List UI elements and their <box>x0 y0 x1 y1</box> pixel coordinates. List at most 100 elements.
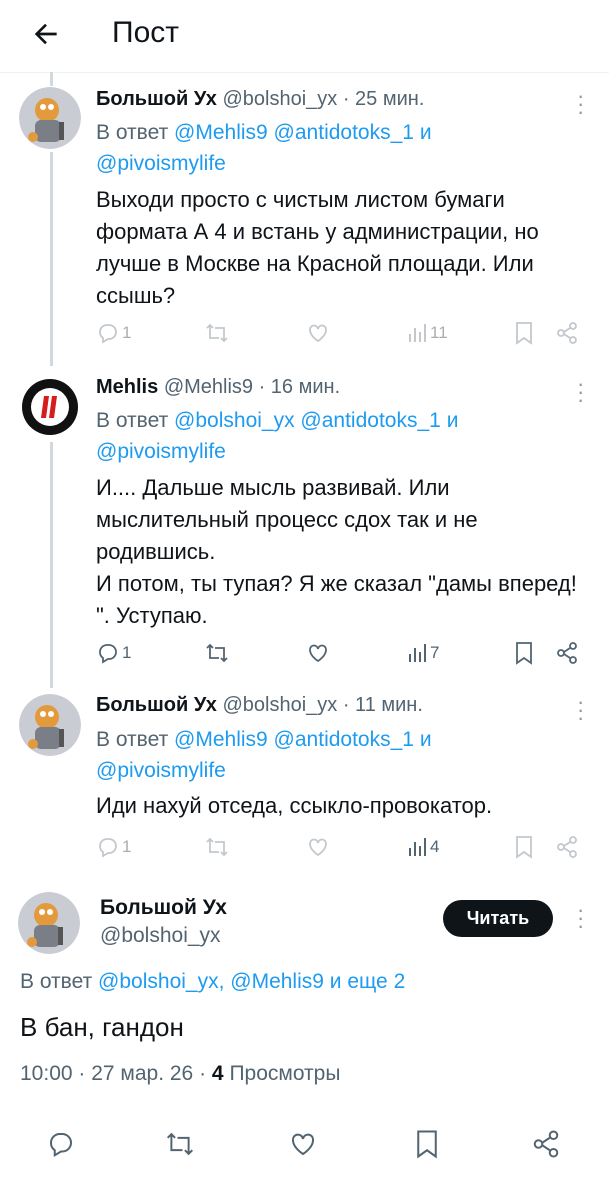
back-arrow-icon[interactable] <box>30 18 62 50</box>
reply-count: 1 <box>122 837 132 856</box>
reply-count: 1 <box>122 643 132 662</box>
views-button[interactable]: 4 <box>408 832 439 862</box>
tweet-meta: 10:00 · 27 мар. 26 · 4 Просмотры <box>20 1062 340 1086</box>
bookmark-button[interactable] <box>414 1124 440 1164</box>
like-button[interactable] <box>306 638 330 668</box>
reply-icon <box>50 1133 72 1158</box>
reply-button[interactable] <box>46 1124 76 1164</box>
retweet-icon <box>206 643 228 663</box>
views-count: 11 <box>430 323 448 342</box>
tweet-actions: 1 7 <box>96 638 586 668</box>
author-name[interactable]: Большой Ух <box>96 88 217 110</box>
thread-line <box>50 442 53 688</box>
like-icon <box>309 324 327 343</box>
tweet-actions <box>20 1124 589 1164</box>
reply-mentions[interactable]: @bolshoi_yx, @Mehlis9 и еще 2 <box>98 970 405 993</box>
reply-button[interactable]: 1 <box>96 318 131 348</box>
bookmark-button[interactable] <box>514 832 534 862</box>
like-button[interactable] <box>288 1124 318 1164</box>
reply-icon <box>99 644 117 664</box>
views-icon <box>409 838 426 856</box>
reply-to: В ответ @Mehlis9 @antidotoks_1 и @pivois… <box>96 724 576 786</box>
more-icon[interactable]: · · · <box>577 691 584 729</box>
reply-and[interactable]: и <box>447 409 459 432</box>
views-icon <box>409 644 426 662</box>
tweet-header: Большой Ух @bolshoi_yx · 25 мин. <box>96 88 424 111</box>
tweet-time: · 11 мин. <box>342 694 423 716</box>
bookmark-icon <box>516 836 532 859</box>
tweet-text: Выходи просто с чистым листом бумаги фор… <box>96 187 539 308</box>
share-icon <box>557 836 577 858</box>
author-handle[interactable]: @Mehlis9 <box>164 376 253 398</box>
author-name[interactable]: Mehlis <box>96 376 158 398</box>
more-icon[interactable]: · · · <box>577 85 584 123</box>
retweet-button[interactable] <box>204 318 230 348</box>
more-icon[interactable]: · · · <box>577 373 584 411</box>
thread-line <box>50 152 53 366</box>
author-name[interactable]: Большой Ух <box>100 896 227 920</box>
share-button[interactable] <box>556 832 578 862</box>
views-count: 4 <box>211 1062 224 1085</box>
like-icon <box>309 644 327 663</box>
tweet-actions: 1 4 <box>96 832 586 862</box>
bookmark-icon <box>516 642 532 665</box>
avatar[interactable] <box>19 87 81 149</box>
like-button[interactable] <box>306 832 330 862</box>
reply-and[interactable]: и <box>420 121 432 144</box>
tweet-text: И.... Дальше мысль развивай. Или мыслите… <box>96 475 577 628</box>
tweet-time: · 25 мин. <box>342 88 425 110</box>
tweet-timestamp[interactable]: 10:00 · 27 мар. 26 · <box>20 1062 206 1085</box>
author-name[interactable]: Большой Ух <box>96 694 217 716</box>
reply-mentions[interactable]: @Mehlis9 @antidotoks_1 <box>174 121 414 144</box>
reply-prefix: В ответ <box>96 121 169 144</box>
views-label: Просмотры <box>229 1062 341 1085</box>
reply-mentions[interactable]: @bolshoi_yx @antidotoks_1 <box>174 409 441 432</box>
reply-icon <box>99 838 117 858</box>
reply-mentions[interactable]: @pivoismylife <box>96 440 226 463</box>
tweet-actions: 1 11 <box>96 318 586 348</box>
reply-and[interactable]: и <box>420 728 432 751</box>
views-button[interactable]: 11 <box>408 318 448 348</box>
share-icon <box>557 322 577 344</box>
reply-to: В ответ @bolshoi_yx @antidotoks_1 и @piv… <box>96 405 576 467</box>
share-icon <box>533 1130 559 1158</box>
retweet-button[interactable] <box>164 1124 196 1164</box>
reply-to: В ответ @Mehlis9 @antidotoks_1 и @pivois… <box>96 117 576 179</box>
views-count: 7 <box>430 643 440 662</box>
author-handle[interactable]: @bolshoi_yx <box>100 924 221 948</box>
author-handle[interactable]: @bolshoi_yx <box>222 88 337 110</box>
reply-button[interactable]: 1 <box>96 832 131 862</box>
reply-mentions[interactable]: @pivoismylife <box>96 152 226 175</box>
bookmark-icon <box>516 322 532 345</box>
share-button[interactable] <box>532 1124 560 1164</box>
retweet-button[interactable] <box>204 638 230 668</box>
share-button[interactable] <box>556 318 578 348</box>
author-handle[interactable]: @bolshoi_yx <box>222 694 337 716</box>
views-icon <box>409 324 426 342</box>
reply-prefix: В ответ <box>96 409 169 432</box>
more-icon[interactable]: · · · <box>577 899 584 937</box>
bookmark-button[interactable] <box>514 638 534 668</box>
reply-count: 1 <box>122 323 132 342</box>
thread-line <box>50 72 53 86</box>
avatar[interactable] <box>18 892 80 954</box>
share-button[interactable] <box>556 638 578 668</box>
avatar[interactable] <box>19 376 81 438</box>
follow-read-button[interactable]: Читать <box>443 900 553 937</box>
avatar[interactable] <box>19 694 81 756</box>
tweet-header: Большой Ух @bolshoi_yx · 11 мин. <box>96 694 423 717</box>
tweet-text: В бан, гандон <box>20 1012 184 1042</box>
reply-mentions[interactable]: @Mehlis9 @antidotoks_1 <box>174 728 414 751</box>
reply-mentions[interactable]: @pivoismylife <box>96 759 226 782</box>
bookmark-icon <box>417 1130 437 1159</box>
views-count: 4 <box>430 837 440 856</box>
tweet-time: · 16 мин. <box>258 376 341 398</box>
tweet-header: Mehlis @Mehlis9 · 16 мин. <box>96 376 340 399</box>
tweet-text: Иди нахуй отседа, ссыкло-провокатор. <box>96 793 493 818</box>
views-button[interactable]: 7 <box>408 638 439 668</box>
like-button[interactable] <box>306 318 330 348</box>
reply-button[interactable]: 1 <box>96 638 131 668</box>
bookmark-button[interactable] <box>514 318 534 348</box>
retweet-button[interactable] <box>204 832 230 862</box>
like-icon <box>309 838 327 857</box>
